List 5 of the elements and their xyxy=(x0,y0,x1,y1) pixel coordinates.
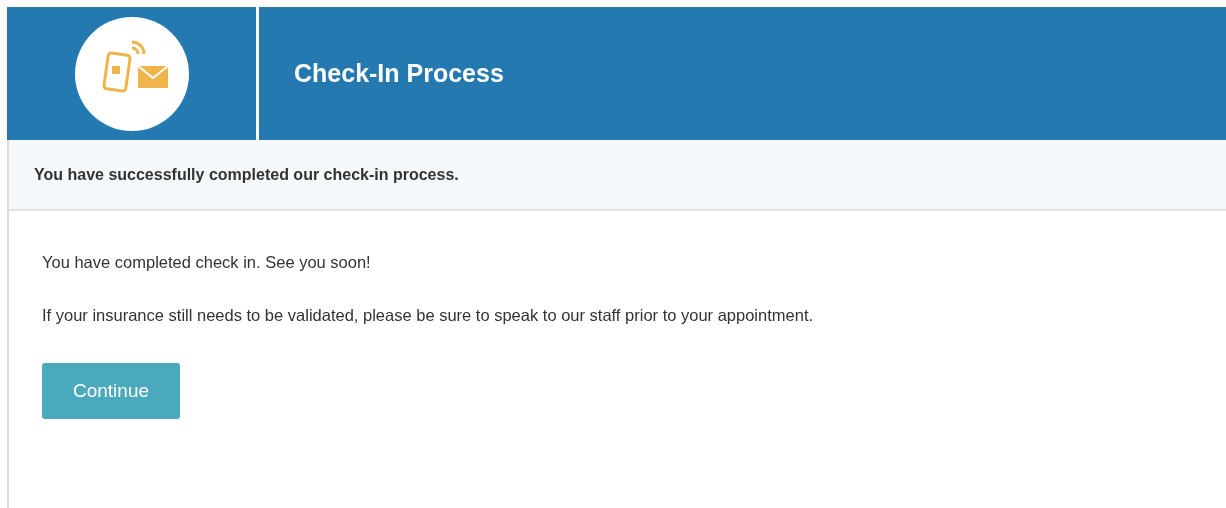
message-text: If your insurance still needs to be validated, please be sure to speak to our staff prior to your appointment. xyxy=(42,306,814,325)
continue-button[interactable]: Continue xyxy=(42,363,180,419)
notice-text: You have successfully completed our check-in process. xyxy=(34,165,459,184)
message-text: You have completed check in. See you soon! xyxy=(42,253,371,272)
page-title: Check-In Process xyxy=(294,59,504,88)
